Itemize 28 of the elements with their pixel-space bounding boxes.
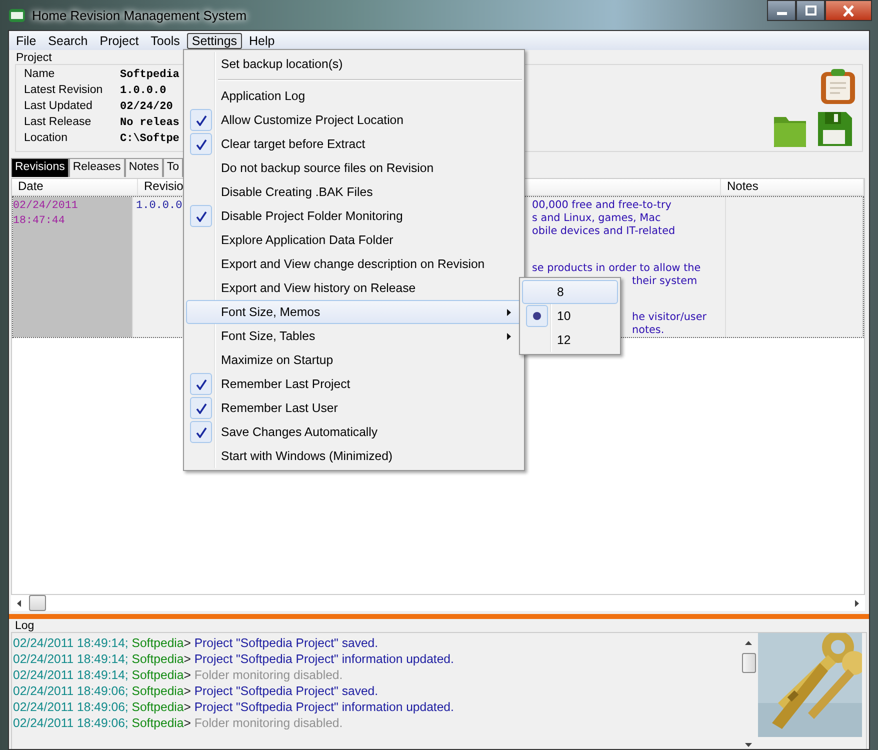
field-value: C:\Softpe bbox=[120, 132, 180, 146]
field-label: Latest Revision bbox=[24, 84, 104, 98]
log-entry: 02/24/2011 18:49:06; Softpedia> Project "Softpedia Project" information updated. bbox=[13, 699, 455, 715]
window-title: Home Revision Management System bbox=[32, 8, 247, 22]
log-entry: 02/24/2011 18:49:06; Softpedia> Project "Softpedia Project" saved. bbox=[13, 683, 380, 699]
field-value: 02/24/20 bbox=[120, 100, 174, 114]
description-line: their system bbox=[632, 274, 698, 288]
log-entry: 02/24/2011 18:49:14; Softpedia> Folder monitoring disabled. bbox=[13, 667, 344, 683]
log-entry: 02/24/2011 18:49:14; Softpedia> Project "Softpedia Project" information updated. bbox=[13, 651, 455, 667]
field-label: Last Updated bbox=[24, 100, 94, 114]
table-cell: 02/24/2011 18:47:44 bbox=[13, 200, 78, 227]
field-value: No releas bbox=[120, 116, 180, 130]
description-line: notes. bbox=[632, 324, 664, 337]
field-value: 1.0.0.0 bbox=[120, 84, 168, 98]
field-label: Name bbox=[24, 68, 56, 82]
field-label: Last Release bbox=[24, 116, 92, 130]
log-entry: 02/24/2011 18:49:06; Softpedia> Folder monitoring disabled. bbox=[13, 715, 344, 731]
group-title: Log bbox=[15, 620, 36, 632]
description-line: 00,000 free and free-to-try bbox=[532, 199, 672, 212]
description-line: s and Linux, games, Mac bbox=[532, 212, 661, 225]
description-line: obile devices and IT-related bbox=[532, 225, 676, 238]
description-line: he visitor/user bbox=[632, 311, 706, 324]
field-value: Softpedia bbox=[120, 68, 180, 82]
field-label: Location bbox=[24, 132, 68, 146]
log-entry: 02/24/2011 18:49:14; Softpedia> Project "Softpedia Project" saved. bbox=[13, 635, 380, 651]
table-cell: 1.0.0.0 bbox=[136, 200, 182, 212]
description-line: se products in order to allow the bbox=[532, 262, 701, 274]
group-title: Project bbox=[16, 52, 52, 64]
